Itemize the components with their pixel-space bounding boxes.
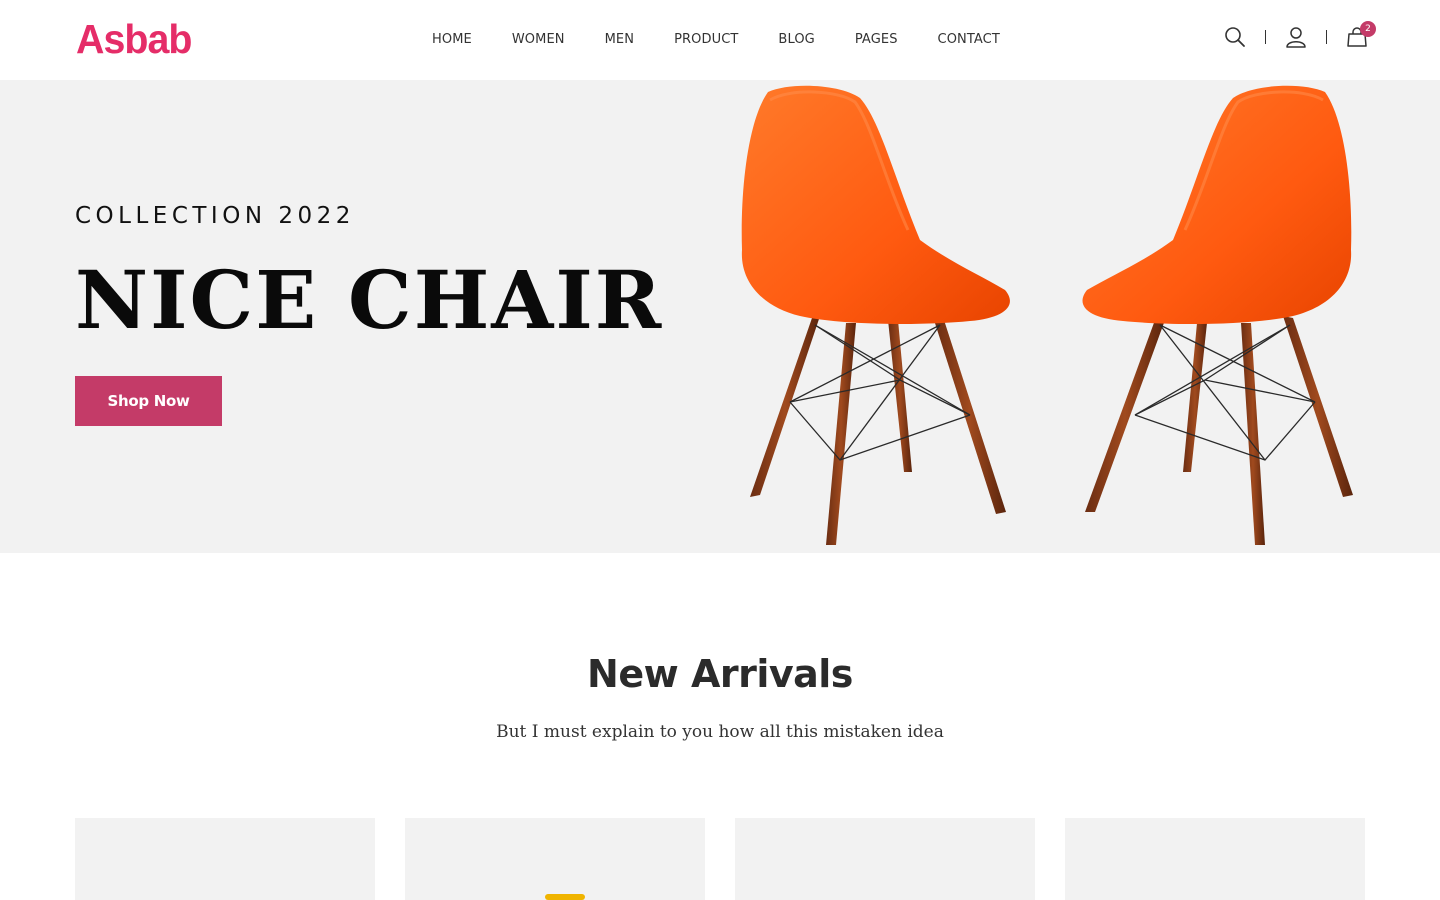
- product-grid: [75, 818, 1365, 900]
- chair-left: [741, 85, 1010, 545]
- main-nav: HOME WOMEN MEN PRODUCT BLOG PAGES CONTAC…: [432, 31, 1000, 49]
- nav-item-blog[interactable]: BLOG: [778, 31, 814, 49]
- nav-item-contact[interactable]: CONTACT: [938, 31, 1000, 49]
- header-tools: 2: [1222, 21, 1376, 50]
- new-arrivals-title: New Arrivals: [587, 652, 853, 696]
- tool-divider: [1265, 30, 1266, 44]
- new-arrivals-subtitle: But I must explain to you how all this m…: [496, 722, 944, 742]
- shop-now-button[interactable]: Shop Now: [75, 376, 222, 426]
- nav-item-product[interactable]: PRODUCT: [674, 31, 738, 49]
- product-image-peek: [545, 894, 585, 900]
- hero-title: NICE CHAIR: [75, 253, 664, 347]
- product-card[interactable]: [1065, 818, 1365, 900]
- product-card[interactable]: [405, 818, 705, 900]
- nav-item-home[interactable]: HOME: [432, 31, 472, 49]
- cart-icon[interactable]: 2: [1344, 21, 1376, 50]
- nav-item-men[interactable]: MEN: [605, 31, 634, 49]
- hero-chairs-image: [741, 85, 1353, 545]
- cart-count-badge: 2: [1360, 21, 1376, 37]
- nav-item-women[interactable]: WOMEN: [512, 31, 565, 49]
- site-header: Asbab HOME WOMEN MEN PRODUCT BLOG PAGES …: [0, 0, 1440, 80]
- tool-divider: [1326, 30, 1327, 44]
- nav-item-pages[interactable]: PAGES: [855, 31, 898, 49]
- hero-kicker: COLLECTION 2022: [75, 203, 355, 229]
- brand-logo[interactable]: Asbab: [76, 16, 192, 63]
- search-icon[interactable]: [1222, 24, 1248, 50]
- user-icon[interactable]: [1283, 24, 1309, 50]
- chair-right: [1082, 85, 1353, 545]
- product-card[interactable]: [735, 818, 1035, 900]
- hero-banner: COLLECTION 2022 NICE CHAIR Shop Now: [0, 80, 1440, 553]
- product-card[interactable]: [75, 818, 375, 900]
